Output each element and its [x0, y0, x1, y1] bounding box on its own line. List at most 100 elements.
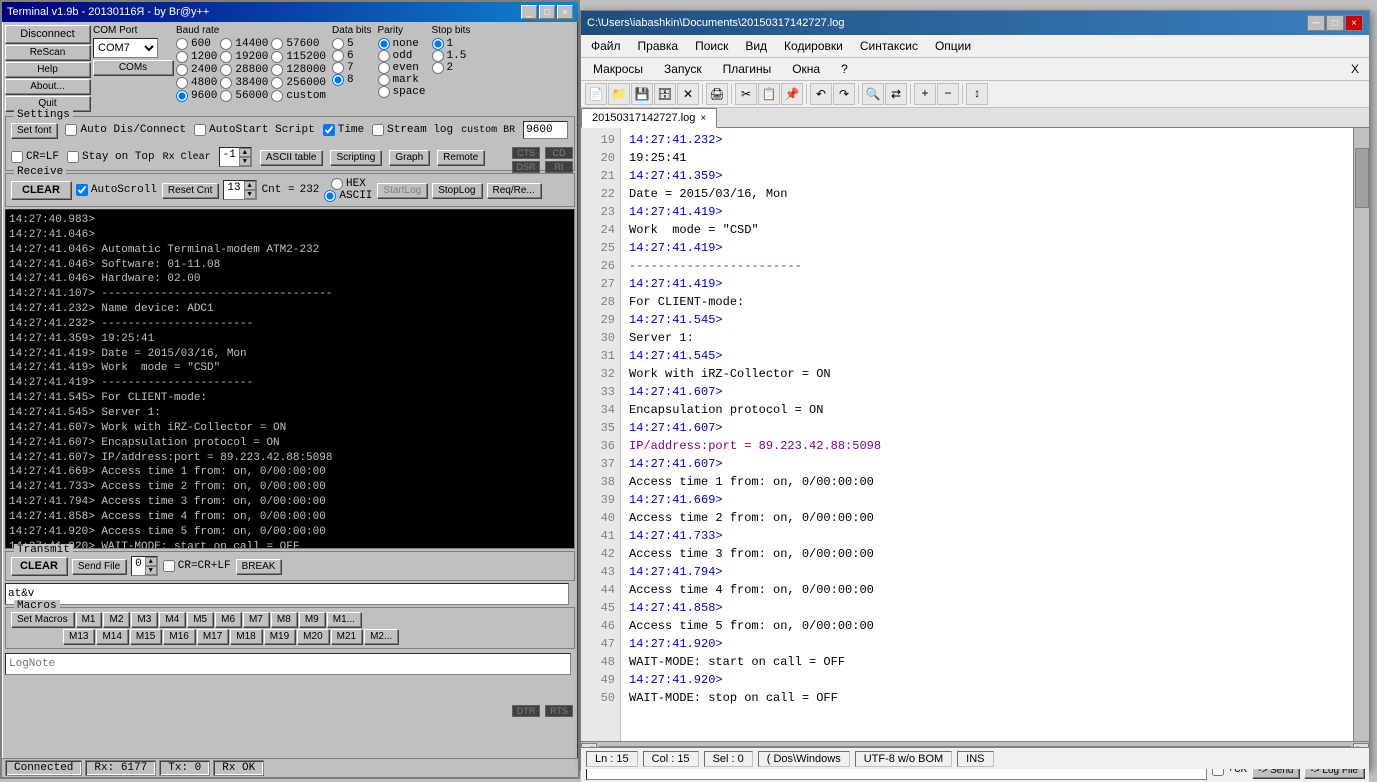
tool-zoom-out[interactable]: − — [937, 83, 959, 105]
macro-m18[interactable]: M18 — [230, 629, 261, 644]
baud-256000[interactable]: 256000 — [271, 77, 326, 89]
macro-windows[interactable]: Окна — [784, 60, 828, 78]
ascii-radio[interactable]: ASCII — [324, 190, 372, 202]
menu-encoding[interactable]: Кодировки — [778, 37, 849, 55]
macro-plugins[interactable]: Плагины — [715, 60, 780, 78]
menu-search[interactable]: Поиск — [689, 37, 734, 55]
tool-undo[interactable]: ↶ — [810, 83, 832, 105]
macro-m17[interactable]: M17 — [197, 629, 228, 644]
baud-4800[interactable]: 4800 — [176, 77, 217, 89]
stop-log-button[interactable]: StopLog — [432, 183, 481, 198]
tab-logfile[interactable]: 20150317142727.log × — [581, 108, 717, 128]
data-8[interactable]: 8 — [332, 74, 371, 86]
tool-copy[interactable]: 📋 — [758, 83, 780, 105]
npp-scrollbar-thumb[interactable] — [1355, 148, 1369, 208]
scripting-button[interactable]: Scripting — [330, 150, 381, 165]
lognote-input[interactable] — [5, 653, 571, 675]
tool-sync[interactable]: ↕ — [966, 83, 988, 105]
npp-scrollbar[interactable] — [1353, 128, 1369, 741]
macro-m9[interactable]: M9 — [299, 612, 325, 627]
maximize-button[interactable]: □ — [539, 5, 555, 19]
macro-m20[interactable]: M20 — [297, 629, 328, 644]
data-6[interactable]: 6 — [332, 50, 371, 62]
npp-close-button[interactable]: × — [1345, 15, 1363, 31]
macro-m2[interactable]: M2 — [103, 612, 129, 627]
baud-14400[interactable]: 14400 — [220, 38, 268, 50]
transmit-input[interactable] — [5, 583, 569, 605]
reset-cnt-button[interactable]: Reset Cnt — [162, 183, 218, 198]
stop-2[interactable]: 2 — [432, 62, 471, 74]
disconnect-button[interactable]: Disconnect — [5, 25, 90, 43]
tool-redo[interactable]: ↷ — [833, 83, 855, 105]
tool-save-all[interactable]: 🗄 — [654, 83, 676, 105]
custom-br-input[interactable] — [523, 121, 568, 139]
macro-m19[interactable]: M19 — [264, 629, 295, 644]
tool-new[interactable]: 📄 — [585, 83, 607, 105]
macro-m3[interactable]: M3 — [131, 612, 157, 627]
ascii-table-button[interactable]: ASCII table — [260, 150, 323, 165]
npp-maximize-button[interactable]: □ — [1326, 15, 1344, 31]
parity-odd[interactable]: odd — [378, 50, 426, 62]
baud-128000[interactable]: 128000 — [271, 64, 326, 76]
break-button[interactable]: BREAK — [236, 559, 282, 574]
close-button[interactable]: × — [557, 5, 573, 19]
stop-1[interactable]: 1 — [432, 38, 471, 50]
baud-28800[interactable]: 28800 — [220, 64, 268, 76]
macro-m6[interactable]: M6 — [215, 612, 241, 627]
receive-clear-button[interactable]: CLEAR — [11, 181, 71, 199]
req-res-button[interactable]: Req/Re... — [487, 183, 541, 198]
receive-log-area[interactable]: 14:27:40.983>14:27:41.046>14:27:41.046> … — [5, 209, 575, 549]
macro-m16[interactable]: M16 — [163, 629, 194, 644]
auto-dis-connect-check[interactable]: Auto Dis/Connect — [65, 124, 186, 136]
macrobar-close[interactable]: X — [1345, 62, 1365, 76]
send-file-button[interactable]: Send File — [72, 559, 126, 574]
menu-edit[interactable]: Правка — [632, 37, 685, 55]
macro-m22[interactable]: M2... — [364, 629, 398, 644]
baud-56000[interactable]: 56000 — [220, 90, 268, 102]
menu-view[interactable]: Вид — [739, 37, 773, 55]
counter-up[interactable]: ▲ — [145, 557, 157, 566]
data-5[interactable]: 5 — [332, 38, 371, 50]
line-count-down[interactable]: ▼ — [244, 190, 256, 199]
graph-button[interactable]: Graph — [389, 150, 429, 165]
parity-none[interactable]: none — [378, 38, 426, 50]
macro-m13[interactable]: M13 — [63, 629, 94, 644]
baud-19200[interactable]: 19200 — [220, 51, 268, 63]
tool-close[interactable]: ✕ — [677, 83, 699, 105]
baud-115200[interactable]: 115200 — [271, 51, 326, 63]
set-macros-button[interactable]: Set Macros — [11, 612, 74, 627]
autostart-script-check[interactable]: AutoStart Script — [194, 124, 315, 136]
tool-save[interactable]: 💾 — [631, 83, 653, 105]
macro-m4[interactable]: M4 — [159, 612, 185, 627]
npp-code-area[interactable]: 14:27:41.232>19:25:4114:27:41.359>Date =… — [621, 128, 1353, 741]
macro-m21[interactable]: M21 — [331, 629, 362, 644]
tool-find[interactable]: 🔍 — [862, 83, 884, 105]
macro-m10[interactable]: M1... — [327, 612, 361, 627]
tool-cut[interactable]: ✂ — [735, 83, 757, 105]
tab-close-icon[interactable]: × — [700, 113, 706, 124]
autoscroll-check[interactable]: AutoScroll — [76, 184, 157, 196]
data-7[interactable]: 7 — [332, 62, 371, 74]
baud-600[interactable]: 600 — [176, 38, 217, 50]
time-check[interactable]: Time — [323, 124, 364, 136]
hex-radio[interactable]: HEX — [331, 178, 366, 190]
tool-zoom-in[interactable]: + — [914, 83, 936, 105]
about-button[interactable]: About... — [5, 79, 90, 94]
line-count-up[interactable]: ▲ — [244, 181, 256, 190]
macro-macros[interactable]: Макросы — [585, 60, 651, 78]
menu-options[interactable]: Опции — [929, 37, 977, 55]
cr-cr-lf-check[interactable]: CR=CR+LF — [163, 560, 231, 572]
macro-help[interactable]: ? — [833, 60, 856, 78]
baud-1200[interactable]: 1200 — [176, 51, 217, 63]
macro-m5[interactable]: M5 — [187, 612, 213, 627]
baud-57600[interactable]: 57600 — [271, 38, 326, 50]
stop-1.5[interactable]: 1.5 — [432, 50, 471, 62]
remote-button[interactable]: Remote — [437, 150, 484, 165]
set-font-button[interactable]: Set font — [11, 123, 57, 138]
tool-replace[interactable]: ⇄ — [885, 83, 907, 105]
transmit-clear-button[interactable]: CLEAR — [11, 557, 67, 575]
macro-m14[interactable]: M14 — [96, 629, 127, 644]
minimize-button[interactable]: _ — [521, 5, 537, 19]
baud-38400[interactable]: 38400 — [220, 77, 268, 89]
menu-syntax[interactable]: Синтаксис — [854, 37, 924, 55]
